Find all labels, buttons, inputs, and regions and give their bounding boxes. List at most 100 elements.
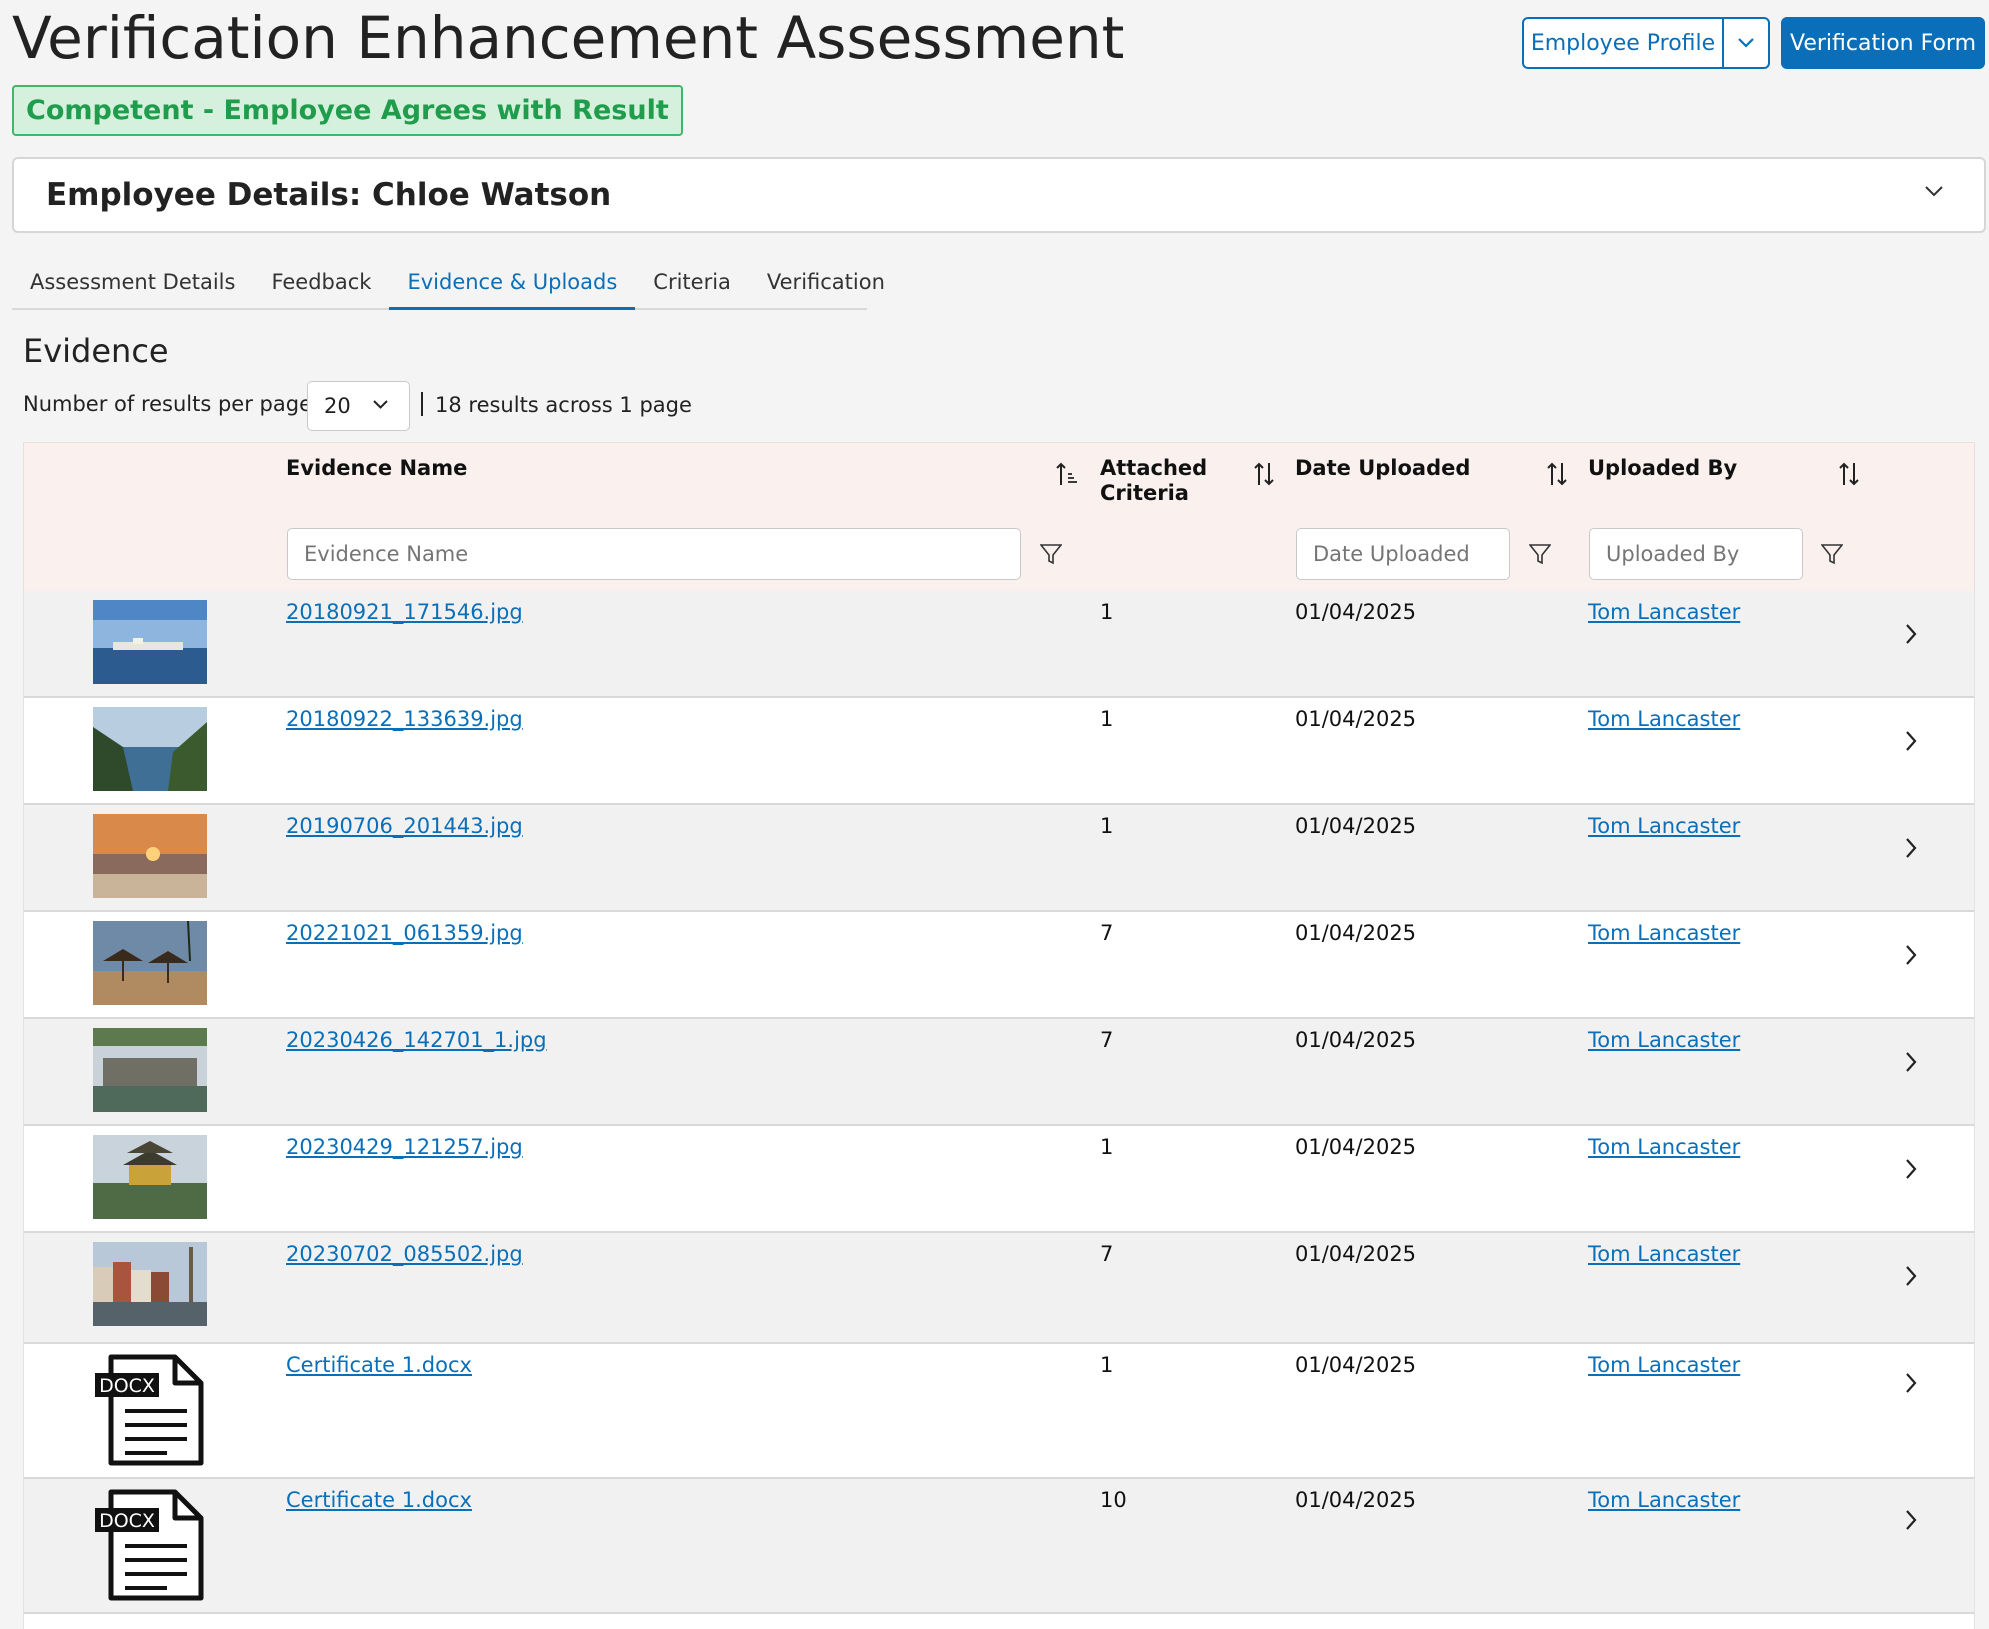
table-row[interactable]: 20230426_142701_1.jpg 7 01/04/2025 Tom L… [23,1019,1975,1126]
evidence-name-link[interactable]: Certificate 1.docx [286,1488,472,1512]
uploaded-by-link[interactable]: Tom Lancaster [1588,1135,1740,1159]
chevron-right-icon[interactable] [1904,837,1918,859]
table-row[interactable] [23,1614,1975,1629]
evidence-thumbnail[interactable] [93,1135,207,1219]
table-row[interactable]: DOCX Certificate 1.docx 10 01/04/2025 To… [23,1479,1975,1614]
uploaded-by-link[interactable]: Tom Lancaster [1588,1028,1740,1052]
evidence-thumbnail[interactable] [93,1028,207,1112]
evidence-name-link[interactable]: 20180921_171546.jpg [286,600,523,624]
docx-file-icon[interactable]: DOCX [95,1353,217,1469]
employee-profile-dropdown-toggle[interactable] [1722,19,1768,67]
page-title: Verification Enhancement Assessment [12,4,1125,72]
chevron-right-icon[interactable] [1904,944,1918,966]
date-uploaded: 01/04/2025 [1295,1135,1417,1159]
uploaded-by-filter-input[interactable] [1589,528,1803,580]
per-page-select[interactable]: 20 [307,381,410,431]
results-info: 18 results across 1 page [421,392,692,417]
attached-criteria-count: 1 [1100,814,1114,838]
per-page-value: 20 [324,394,351,418]
per-page-label: Number of results per page [23,392,312,416]
date-uploaded: 01/04/2025 [1295,921,1417,945]
evidence-thumbnail[interactable] [93,814,207,898]
tab-bar: Assessment Details Feedback Evidence & U… [12,262,885,310]
date-uploaded: 01/04/2025 [1295,814,1417,838]
evidence-thumbnail[interactable] [93,600,207,684]
date-uploaded: 01/04/2025 [1295,1242,1417,1266]
chevron-right-icon[interactable] [1904,1509,1918,1531]
tab-criteria[interactable]: Criteria [635,262,749,310]
attached-criteria-count: 1 [1100,1135,1114,1159]
employee-profile-button-group: Employee Profile [1522,17,1770,69]
filter-icon[interactable] [1040,543,1062,565]
employee-details-title: Employee Details: Chloe Watson [46,177,612,213]
table-row[interactable]: 20180921_171546.jpg 1 01/04/2025 Tom Lan… [23,591,1975,698]
uploaded-by-link[interactable]: Tom Lancaster [1588,921,1740,945]
evidence-section-title: Evidence [23,332,169,370]
evidence-name-link[interactable]: 20230702_085502.jpg [286,1242,523,1266]
sort-icon[interactable] [1837,461,1861,487]
tab-verification[interactable]: Verification [749,262,903,310]
chevron-down-icon [373,400,388,409]
attached-criteria-count: 10 [1100,1488,1127,1512]
uploaded-by-link[interactable]: Tom Lancaster [1588,1488,1740,1512]
status-badge: Competent - Employee Agrees with Result [12,85,683,136]
evidence-name-link[interactable]: 20190706_201443.jpg [286,814,523,838]
attached-criteria-count: 1 [1100,600,1114,624]
table-row[interactable]: 20190706_201443.jpg 1 01/04/2025 Tom Lan… [23,805,1975,912]
table-row[interactable]: 20221021_061359.jpg 7 01/04/2025 Tom Lan… [23,912,1975,1019]
employee-profile-button[interactable]: Employee Profile [1524,19,1722,67]
date-uploaded: 01/04/2025 [1295,1353,1417,1377]
table-row[interactable]: 20230702_085502.jpg 7 01/04/2025 Tom Lan… [23,1233,1975,1344]
verification-form-button[interactable]: Verification Form [1781,17,1985,69]
chevron-right-icon[interactable] [1904,1158,1918,1180]
tab-evidence-uploads[interactable]: Evidence & Uploads [389,262,636,310]
chevron-right-icon[interactable] [1904,1372,1918,1394]
sort-ascending-icon[interactable] [1055,461,1079,487]
sort-icon[interactable] [1545,461,1569,487]
evidence-name-link[interactable]: 20230426_142701_1.jpg [286,1028,547,1052]
chevron-right-icon[interactable] [1904,623,1918,645]
evidence-table: Evidence Name Attached Criteria Date Upl… [23,442,1975,1629]
table-row[interactable]: 20230429_121257.jpg 1 01/04/2025 Tom Lan… [23,1126,1975,1233]
date-uploaded: 01/04/2025 [1295,600,1417,624]
svg-text:DOCX: DOCX [99,1375,155,1397]
attached-criteria-count: 1 [1100,1353,1114,1377]
employee-details-accordion[interactable]: Employee Details: Chloe Watson [12,157,1986,233]
date-uploaded: 01/04/2025 [1295,1028,1417,1052]
evidence-thumbnail[interactable] [93,921,207,1005]
tab-assessment-details[interactable]: Assessment Details [12,262,253,310]
table-row[interactable]: DOCX Certificate 1.docx 1 01/04/2025 Tom… [23,1344,1975,1479]
filter-icon[interactable] [1529,543,1551,565]
table-row[interactable]: 20180922_133639.jpg 1 01/04/2025 Tom Lan… [23,698,1975,805]
filter-icon[interactable] [1821,543,1843,565]
evidence-thumbnail[interactable] [93,1242,207,1326]
evidence-name-link[interactable]: 20180922_133639.jpg [286,707,523,731]
attached-criteria-count: 7 [1100,921,1114,945]
date-uploaded-filter-input[interactable] [1296,528,1510,580]
column-header-uploaded-by: Uploaded By [1588,456,1738,480]
evidence-name-filter-input[interactable] [287,528,1021,580]
chevron-right-icon[interactable] [1904,1051,1918,1073]
svg-text:DOCX: DOCX [99,1510,155,1532]
chevron-down-icon [1738,38,1754,48]
uploaded-by-link[interactable]: Tom Lancaster [1588,600,1740,624]
docx-file-icon[interactable]: DOCX [95,1488,217,1604]
evidence-thumbnail[interactable] [93,707,207,791]
uploaded-by-link[interactable]: Tom Lancaster [1588,1242,1740,1266]
sort-icon[interactable] [1252,461,1276,487]
uploaded-by-link[interactable]: Tom Lancaster [1588,707,1740,731]
evidence-name-link[interactable]: 20221021_061359.jpg [286,921,523,945]
column-header-attached-criteria: Attached Criteria [1100,456,1208,505]
uploaded-by-link[interactable]: Tom Lancaster [1588,814,1740,838]
tab-feedback[interactable]: Feedback [253,262,389,310]
date-uploaded: 01/04/2025 [1295,1488,1417,1512]
attached-criteria-count: 7 [1100,1242,1114,1266]
date-uploaded: 01/04/2025 [1295,707,1417,731]
evidence-name-link[interactable]: Certificate 1.docx [286,1353,472,1377]
uploaded-by-link[interactable]: Tom Lancaster [1588,1353,1740,1377]
evidence-name-link[interactable]: 20230429_121257.jpg [286,1135,523,1159]
chevron-right-icon[interactable] [1904,730,1918,752]
column-header-date-uploaded: Date Uploaded [1295,456,1471,480]
column-header-evidence-name: Evidence Name [286,456,468,480]
chevron-right-icon[interactable] [1904,1265,1918,1287]
